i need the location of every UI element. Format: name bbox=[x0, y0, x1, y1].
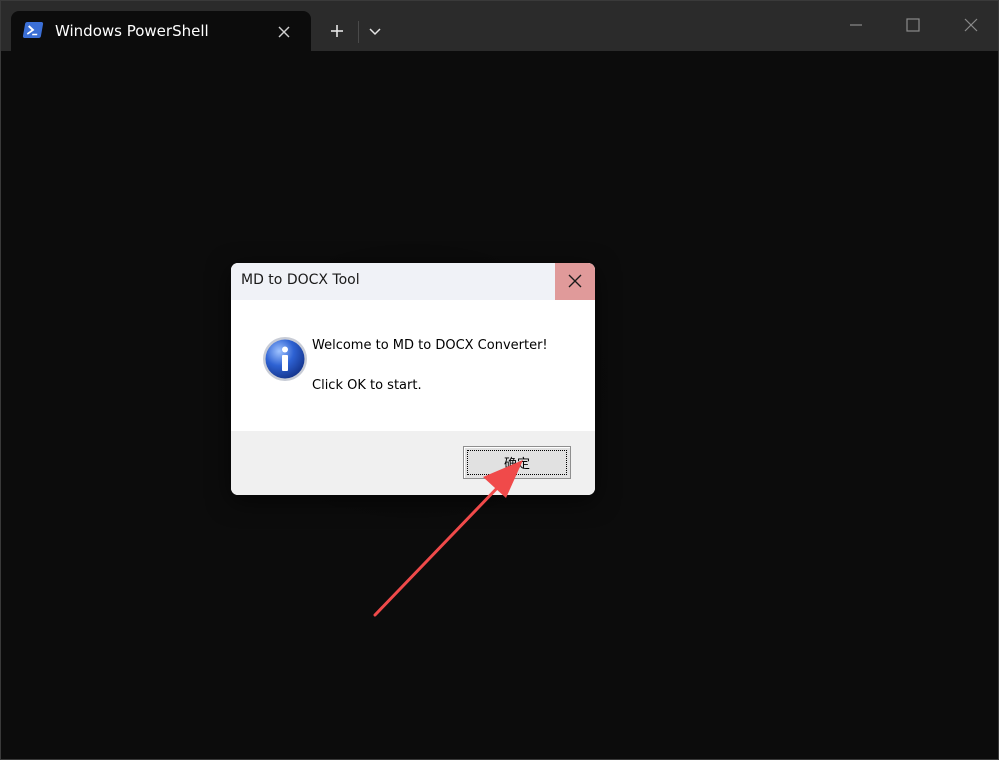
powershell-icon bbox=[22, 22, 44, 38]
minimize-icon bbox=[850, 24, 862, 26]
close-icon bbox=[278, 26, 290, 38]
tab-windows-powershell[interactable]: Windows PowerShell bbox=[11, 11, 311, 51]
maximize-icon bbox=[906, 18, 920, 32]
message-dialog: MD to DOCX Tool Welcome to MD to DOCX Co… bbox=[231, 263, 595, 495]
ok-button[interactable]: 确定 bbox=[463, 446, 571, 479]
dialog-message-line1: Welcome to MD to DOCX Converter! bbox=[312, 338, 548, 353]
powershell-window: Windows PowerShell MD to DOCX Tool Welco… bbox=[0, 0, 999, 760]
dialog-title: MD to DOCX Tool bbox=[241, 272, 360, 288]
plus-icon bbox=[331, 25, 343, 37]
close-icon bbox=[964, 18, 978, 32]
chevron-down-icon bbox=[369, 28, 381, 36]
tab-dropdown-button[interactable] bbox=[363, 17, 387, 45]
info-icon bbox=[262, 336, 308, 382]
maximize-button[interactable] bbox=[893, 9, 933, 41]
dialog-titlebar: MD to DOCX Tool bbox=[231, 263, 595, 300]
new-tab-button[interactable] bbox=[323, 17, 351, 45]
window-close-button[interactable] bbox=[951, 9, 991, 41]
dialog-close-button[interactable] bbox=[555, 263, 595, 300]
window-titlebar: Windows PowerShell bbox=[1, 1, 998, 51]
dialog-message-line2: Click OK to start. bbox=[312, 378, 422, 393]
minimize-button[interactable] bbox=[836, 9, 876, 41]
close-icon bbox=[568, 274, 582, 288]
tab-title: Windows PowerShell bbox=[55, 22, 209, 40]
tab-divider bbox=[358, 21, 359, 43]
tab-close-button[interactable] bbox=[273, 21, 295, 43]
ok-button-label: 确定 bbox=[503, 457, 530, 472]
